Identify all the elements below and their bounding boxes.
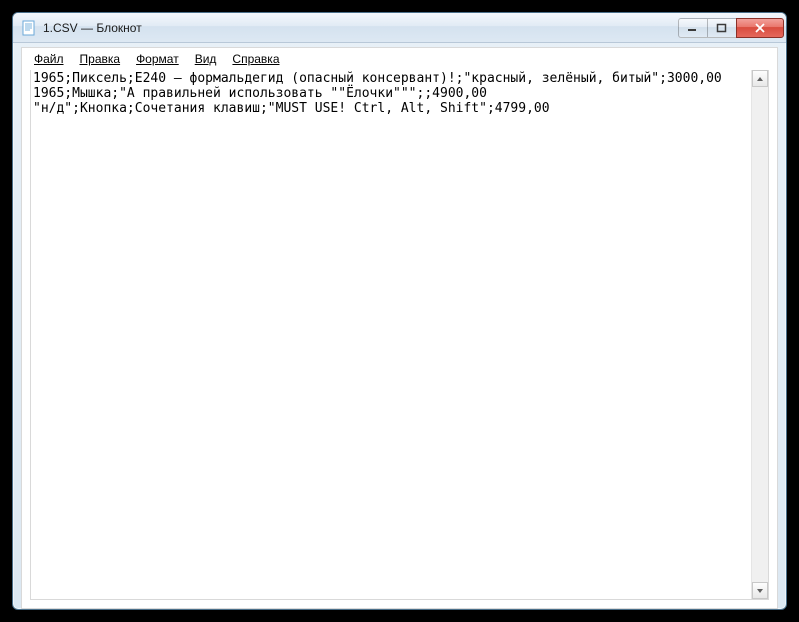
menu-help[interactable]: Справка — [224, 50, 287, 68]
maximize-button[interactable] — [707, 18, 737, 38]
minimize-button[interactable] — [678, 18, 708, 38]
notepad-window: 1.CSV — Блокнот Файл Правка Формат Вид С… — [12, 12, 787, 610]
notepad-icon — [21, 20, 37, 36]
menu-view[interactable]: Вид — [187, 50, 225, 68]
client-area: Файл Правка Формат Вид Справка 1965;Пикс… — [21, 47, 778, 609]
text-editor[interactable]: 1965;Пиксель;E240 – формальдегид (опасны… — [31, 70, 751, 599]
close-button[interactable] — [736, 18, 784, 38]
scroll-down-button[interactable] — [752, 582, 768, 599]
window-title: 1.CSV — Блокнот — [43, 21, 679, 35]
menubar: Файл Правка Формат Вид Справка — [22, 48, 777, 70]
window-controls — [679, 18, 784, 38]
menu-edit[interactable]: Правка — [72, 50, 129, 68]
menu-format[interactable]: Формат — [128, 50, 187, 68]
editor-area: 1965;Пиксель;E240 – формальдегид (опасны… — [30, 70, 769, 600]
scroll-track[interactable] — [752, 87, 768, 582]
titlebar[interactable]: 1.CSV — Блокнот — [13, 13, 786, 43]
scroll-up-button[interactable] — [752, 70, 768, 87]
menu-file[interactable]: Файл — [26, 50, 72, 68]
vertical-scrollbar[interactable] — [751, 70, 768, 599]
